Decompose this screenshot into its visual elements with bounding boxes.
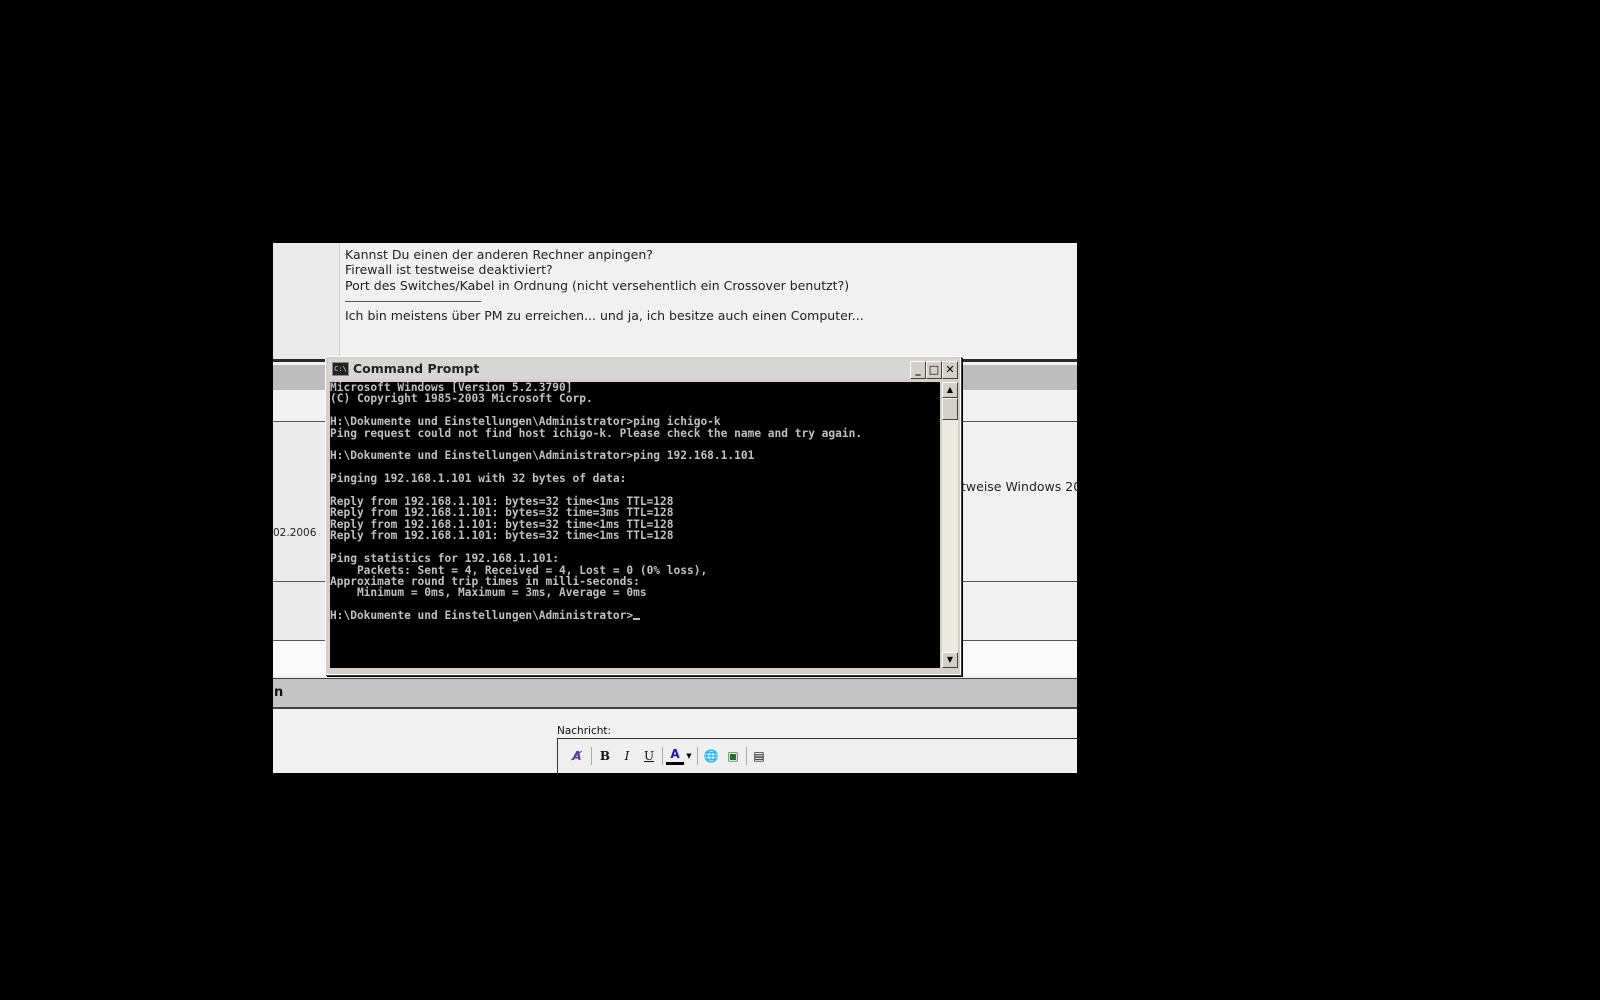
text-cursor — [633, 618, 641, 621]
console-prompt: H:\Dokumente und Einstellungen\Administr… — [330, 609, 634, 623]
close-button[interactable]: ✕ — [942, 361, 958, 379]
font-style-icon[interactable]: A̸ — [568, 746, 586, 766]
message-editor-toolbar: A̸ B I U A ▼ 🌐 ▣ ▤ — [557, 738, 1077, 773]
window-titlebar[interactable]: C:\ Command Prompt _ □ ✕ — [328, 359, 958, 379]
scroll-thumb[interactable] — [942, 398, 958, 420]
command-prompt-window[interactable]: C:\ Command Prompt _ □ ✕ Microsoft Windo… — [325, 356, 961, 675]
italic-button[interactable]: I — [618, 746, 636, 766]
post-line: Kannst Du einen der anderen Rechner anpi… — [345, 247, 653, 262]
console-line: Pinging 192.168.1.101 with 32 bytes of d… — [330, 472, 627, 486]
signature-divider — [345, 300, 481, 302]
console-text: Microsoft Windows [Version 5.2.3790] (C)… — [330, 382, 940, 622]
post-body: Kannst Du einen der anderen Rechner anpi… — [345, 247, 1065, 323]
message-label: Nachricht: — [557, 725, 612, 737]
underline-button[interactable]: U — [640, 746, 658, 766]
link-icon[interactable]: 🌐 — [702, 746, 720, 766]
console-line: Minimum = 0ms, Maximum = 3ms, Average = … — [356, 586, 647, 600]
console-line: Ping request could not find host ichigo-… — [330, 426, 863, 440]
chevron-down-icon[interactable]: ▼ — [685, 746, 693, 766]
window-title: Command Prompt — [353, 361, 480, 376]
image-icon[interactable]: ▣ — [724, 746, 742, 766]
divider — [273, 707, 1077, 709]
toolbar-separator — [662, 747, 663, 765]
console-line: Reply from 192.168.1.101: bytes=32 time<… — [330, 529, 674, 543]
reply-section-title: n — [274, 685, 284, 700]
toolbar-separator — [591, 747, 592, 765]
console-line: H:\Dokumente und Einstellungen\Administr… — [330, 449, 755, 463]
console-output[interactable]: Microsoft Windows [Version 5.2.3790] (C)… — [330, 382, 940, 668]
toolbar-separator — [697, 747, 698, 765]
scroll-down-button[interactable]: ▼ — [942, 652, 958, 668]
font-color-button[interactable]: A — [666, 746, 684, 765]
scroll-up-button[interactable]: ▲ — [942, 382, 958, 398]
bold-button[interactable]: B — [596, 746, 614, 766]
post-line: Firewall ist testweise deaktiviert? — [345, 262, 553, 278]
vertical-scrollbar[interactable]: ▲ ▼ — [942, 382, 958, 668]
minimize-button[interactable]: _ — [910, 361, 926, 379]
quote-icon[interactable]: ▤ — [750, 746, 768, 766]
reply-section-header: n — [273, 679, 1077, 707]
console-icon: C:\ — [332, 362, 349, 376]
post-text-fragment: tweise Windows 20 — [961, 479, 1077, 494]
post-signature: Ich bin meistens über PM zu erreichen...… — [345, 307, 864, 323]
post-line: Port des Switches/Kabel in Ordnung (nich… — [345, 277, 850, 293]
maximize-button[interactable]: □ — [926, 361, 942, 379]
console-line: (C) Copyright 1985-2003 Microsoft Corp. — [330, 392, 593, 406]
toolbar-separator — [746, 747, 747, 765]
post-author-column — [273, 243, 340, 360]
post-date: 02.2006 — [273, 527, 317, 539]
